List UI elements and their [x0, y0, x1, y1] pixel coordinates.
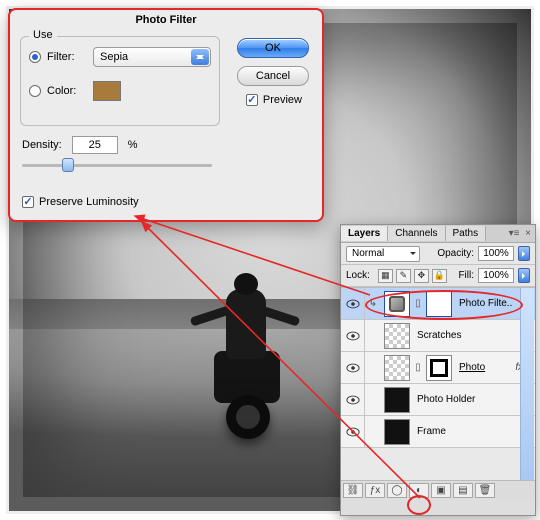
layer-name[interactable]: Photo Holder — [413, 394, 535, 405]
radio-color[interactable] — [29, 85, 41, 97]
eye-icon — [346, 395, 360, 405]
tab-layers[interactable]: Layers — [341, 226, 388, 241]
add-mask-icon[interactable]: ◯ — [387, 483, 407, 498]
mask-thumb[interactable] — [426, 291, 452, 317]
mask-thumb[interactable] — [426, 355, 452, 381]
layer-thumb[interactable] — [384, 323, 410, 349]
panel-footer: ⛓ ƒx ◯ ◐ ▣ ▤ 🗑 — [341, 481, 535, 499]
fill-input[interactable]: 100% — [478, 268, 514, 283]
cancel-button[interactable]: Cancel — [237, 66, 309, 86]
eye-icon — [346, 331, 360, 341]
density-label: Density: — [22, 139, 62, 151]
mask-link-icon[interactable]: ▯ — [413, 362, 423, 373]
layer-thumb[interactable] — [384, 355, 410, 381]
adjustment-thumb[interactable] — [384, 291, 410, 317]
layer-row-frame[interactable]: Frame — [341, 416, 535, 448]
tab-channels[interactable]: Channels — [388, 226, 445, 241]
preview-label: Preview — [263, 94, 302, 106]
lock-transparency-icon[interactable]: ▦ — [378, 269, 393, 283]
lock-all-icon[interactable]: 🔒 — [432, 269, 447, 283]
delete-layer-icon[interactable]: 🗑 — [475, 483, 495, 498]
density-input[interactable]: 25 — [72, 136, 118, 154]
layer-row-photo[interactable]: ▯ Photo fx — [341, 352, 535, 384]
layers-panel: Layers Channels Paths ▾≡ × Normal Opacit… — [340, 224, 536, 516]
filter-label: Filter: — [47, 51, 87, 63]
layer-name[interactable]: Photo — [455, 362, 515, 373]
density-unit: % — [128, 139, 138, 151]
dropdown-arrows-icon — [191, 49, 209, 65]
visibility-toggle[interactable] — [341, 352, 365, 383]
clip-indicator-icon: ↳ — [365, 298, 381, 309]
opacity-input[interactable]: 100% — [478, 246, 514, 261]
fill-flyout-icon[interactable] — [518, 268, 530, 283]
layer-thumb[interactable] — [384, 387, 410, 413]
visibility-toggle[interactable] — [341, 416, 365, 447]
layers-scrollbar[interactable] — [520, 288, 534, 480]
opacity-label: Opacity: — [437, 248, 474, 259]
eye-icon — [346, 299, 360, 309]
fill-label: Fill: — [458, 270, 474, 281]
opacity-flyout-icon[interactable] — [518, 246, 530, 261]
slider-track — [22, 164, 212, 167]
new-adjustment-layer-icon[interactable]: ◐ — [409, 483, 429, 498]
new-layer-icon[interactable]: ▤ — [453, 483, 473, 498]
blend-mode-select[interactable]: Normal — [346, 246, 420, 262]
link-layers-icon[interactable]: ⛓ — [343, 483, 363, 498]
layer-name[interactable]: Frame — [413, 426, 535, 437]
use-fieldset: Use Filter: Sepia Color: — [20, 36, 220, 126]
panel-tabs: Layers Channels Paths ▾≡ × — [341, 225, 535, 243]
filter-value: Sepia — [100, 51, 128, 63]
layer-name[interactable]: Scratches — [413, 330, 535, 341]
layer-thumb[interactable] — [384, 419, 410, 445]
dialog-title: Photo Filter — [10, 10, 322, 28]
color-swatch[interactable] — [93, 81, 121, 101]
tab-paths[interactable]: Paths — [446, 226, 487, 241]
ok-button[interactable]: OK — [237, 38, 309, 58]
color-label: Color: — [47, 85, 87, 97]
preserve-luminosity-label: Preserve Luminosity — [39, 196, 139, 208]
visibility-toggle[interactable] — [341, 384, 365, 415]
eye-icon — [346, 363, 360, 373]
new-group-icon[interactable]: ▣ — [431, 483, 451, 498]
slider-thumb[interactable] — [62, 158, 74, 172]
layer-row-photo-holder[interactable]: Photo Holder — [341, 384, 535, 416]
lock-pixels-icon[interactable]: ✎ — [396, 269, 411, 283]
layer-list: ↳ ▯ Photo Filte.. Scratches ▯ Photo fx — [341, 287, 535, 481]
panel-menu-icon[interactable]: ▾≡ — [507, 228, 521, 239]
density-slider[interactable] — [22, 158, 212, 172]
photo-rider — [184, 289, 304, 459]
visibility-toggle[interactable] — [341, 320, 365, 351]
layer-row-scratches[interactable]: Scratches — [341, 320, 535, 352]
panel-close-icon[interactable]: × — [521, 228, 535, 239]
radio-filter[interactable] — [29, 51, 41, 63]
preview-checkbox[interactable] — [246, 94, 258, 106]
eye-icon — [346, 427, 360, 437]
blend-mode-value: Normal — [352, 248, 384, 259]
layer-row-photo-filter[interactable]: ↳ ▯ Photo Filte.. — [341, 288, 535, 320]
preserve-luminosity-checkbox[interactable] — [22, 196, 34, 208]
filter-select[interactable]: Sepia — [93, 47, 211, 67]
lock-position-icon[interactable]: ✥ — [414, 269, 429, 283]
mask-link-icon[interactable]: ▯ — [413, 298, 423, 309]
use-legend: Use — [29, 29, 57, 41]
layer-style-icon[interactable]: ƒx — [365, 483, 385, 498]
lock-label: Lock: — [346, 270, 370, 281]
photo-filter-dialog: Photo Filter Use Filter: Sepia Color: OK… — [8, 8, 324, 222]
visibility-toggle[interactable] — [341, 288, 365, 319]
